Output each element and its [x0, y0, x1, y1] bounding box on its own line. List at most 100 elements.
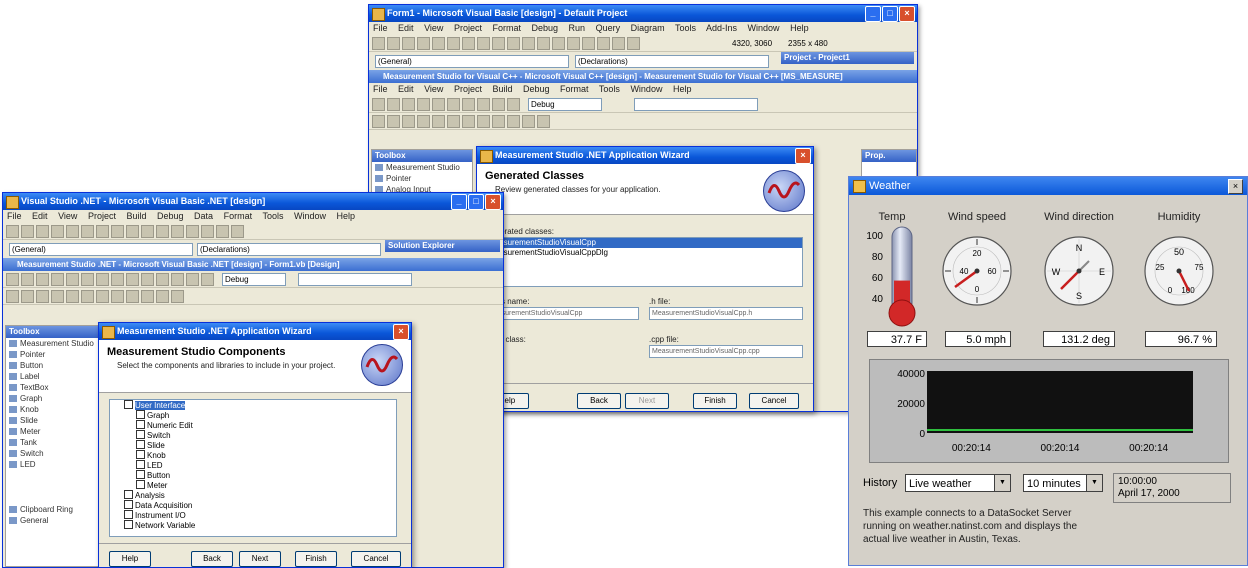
- toolbar-icon[interactable]: [36, 289, 49, 303]
- toolbar-icon[interactable]: [111, 224, 124, 238]
- menu-item[interactable]: Run: [569, 23, 586, 33]
- toolbar-icon[interactable]: [126, 224, 139, 238]
- toolbar-icon[interactable]: [627, 36, 640, 50]
- toolbox-item[interactable]: Label: [6, 371, 98, 382]
- toolbox-item[interactable]: Button: [6, 360, 98, 371]
- h-file-field[interactable]: MeasurementStudioVisualCpp.h: [649, 307, 803, 320]
- tree-node[interactable]: Numeric Edit: [110, 420, 396, 430]
- menu-item[interactable]: Window: [294, 211, 326, 221]
- wizard-close-button[interactable]: ×: [393, 324, 409, 340]
- cancel-button[interactable]: Cancel: [351, 551, 401, 567]
- toolbox-item[interactable]: Pointer: [6, 349, 98, 360]
- toolbar-icon[interactable]: [462, 97, 475, 111]
- menu-item[interactable]: Edit: [398, 23, 414, 33]
- checkbox-icon[interactable]: [136, 460, 145, 469]
- toolbar-icon[interactable]: [522, 36, 535, 50]
- toolbar-icon[interactable]: [6, 289, 19, 303]
- toolbar-icon[interactable]: [111, 272, 124, 286]
- tree-node[interactable]: Knob: [110, 450, 396, 460]
- toolbar-icon[interactable]: [126, 289, 139, 303]
- toolbar-icon[interactable]: [51, 272, 64, 286]
- toolbar-icon[interactable]: [66, 289, 79, 303]
- toolbar-icon[interactable]: [141, 289, 154, 303]
- checkbox-icon[interactable]: [136, 440, 145, 449]
- object-combo[interactable]: (General): [9, 243, 193, 256]
- config-combo[interactable]: Debug: [222, 272, 286, 286]
- menu-item[interactable]: Debug: [532, 23, 559, 33]
- menu-item[interactable]: View: [58, 211, 77, 221]
- checkbox-icon[interactable]: [124, 490, 133, 499]
- toolbar-icon[interactable]: [447, 36, 460, 50]
- checkbox-icon[interactable]: [136, 420, 145, 429]
- toolbar-icon[interactable]: [372, 36, 385, 50]
- procedure-combo[interactable]: (Declarations): [197, 243, 381, 256]
- tree-node[interactable]: LED: [110, 460, 396, 470]
- toolbox-item[interactable]: Measurement Studio: [6, 338, 98, 349]
- menu-item[interactable]: File: [7, 211, 22, 221]
- tree-node[interactable]: Switch: [110, 430, 396, 440]
- finish-button[interactable]: Finish: [693, 393, 737, 409]
- toolbar-icon[interactable]: [552, 36, 565, 50]
- checkbox-icon[interactable]: [136, 430, 145, 439]
- menu-item[interactable]: Format: [224, 211, 253, 221]
- help-button[interactable]: Help: [109, 551, 151, 567]
- checkbox-icon[interactable]: [124, 520, 133, 529]
- menu-item[interactable]: File: [373, 23, 388, 33]
- toolbox-item[interactable]: Measurement Studio: [372, 162, 472, 173]
- toolbar-icon[interactable]: [141, 272, 154, 286]
- toolbar-icon[interactable]: [432, 36, 445, 50]
- checkbox-icon[interactable]: [136, 480, 145, 489]
- toolbar-icon[interactable]: [96, 289, 109, 303]
- tree-node[interactable]: Meter: [110, 480, 396, 490]
- toolbar-icon[interactable]: [402, 36, 415, 50]
- toolbox-item[interactable]: Knob: [6, 404, 98, 415]
- menu-item[interactable]: Help: [790, 23, 809, 33]
- toolbar-icon[interactable]: [216, 224, 229, 238]
- menu-item[interactable]: File: [373, 84, 388, 94]
- menu-item[interactable]: Query: [596, 23, 621, 33]
- toolbar-icon[interactable]: [372, 97, 385, 111]
- toolbar-icon[interactable]: [231, 224, 244, 238]
- toolbar-icon[interactable]: [612, 36, 625, 50]
- toolbar-icon[interactable]: [171, 224, 184, 238]
- generated-classes-list[interactable]: MeasurementStudioVisualCpp MeasurementSt…: [485, 237, 803, 287]
- toolbar-icon[interactable]: [51, 224, 64, 238]
- back-button[interactable]: Back: [577, 393, 621, 409]
- checkbox-icon[interactable]: [136, 470, 145, 479]
- menu-item[interactable]: Tools: [262, 211, 283, 221]
- toolbar-icon[interactable]: [66, 224, 79, 238]
- minimize-button[interactable]: _: [451, 194, 467, 210]
- menu-item[interactable]: View: [424, 84, 443, 94]
- checkbox-icon[interactable]: [124, 500, 133, 509]
- toolbar-icon[interactable]: [447, 114, 460, 128]
- components-tree[interactable]: User Interface Graph Numeric Edit Switch…: [109, 399, 397, 537]
- weather-close-button[interactable]: ×: [1228, 179, 1243, 194]
- toolbar-icon[interactable]: [96, 224, 109, 238]
- next-button[interactable]: Next: [625, 393, 669, 409]
- wizard-titlebar[interactable]: Measurement Studio .NET Application Wiza…: [99, 323, 411, 340]
- close-button[interactable]: ×: [485, 194, 501, 210]
- menu-item[interactable]: Project: [454, 23, 482, 33]
- checkbox-icon[interactable]: [136, 410, 145, 419]
- tree-node[interactable]: Button: [110, 470, 396, 480]
- toolbar-icon[interactable]: [477, 114, 490, 128]
- minimize-button[interactable]: _: [865, 6, 881, 22]
- menu-item[interactable]: Build: [492, 84, 512, 94]
- history-select[interactable]: Live weather ▼: [905, 474, 1011, 492]
- toolbar-icon[interactable]: [21, 289, 34, 303]
- menu-item[interactable]: Project: [88, 211, 116, 221]
- toolbar-icon[interactable]: [387, 114, 400, 128]
- toolbar-icon[interactable]: [432, 97, 445, 111]
- close-button[interactable]: ×: [899, 6, 915, 22]
- menu-item[interactable]: Help: [673, 84, 692, 94]
- cancel-button[interactable]: Cancel: [749, 393, 799, 409]
- toolbar-icon[interactable]: [477, 36, 490, 50]
- class-name-field[interactable]: MeasurementStudioVisualCpp: [485, 307, 639, 320]
- config-combo[interactable]: Debug: [528, 97, 602, 111]
- menu-item[interactable]: Tools: [675, 23, 696, 33]
- toolbar-icon[interactable]: [201, 224, 214, 238]
- toolbar-icon[interactable]: [522, 114, 535, 128]
- toolbox-item[interactable]: Tank: [6, 437, 98, 448]
- find-combo[interactable]: [298, 272, 412, 286]
- toolbar-icon[interactable]: [186, 272, 199, 286]
